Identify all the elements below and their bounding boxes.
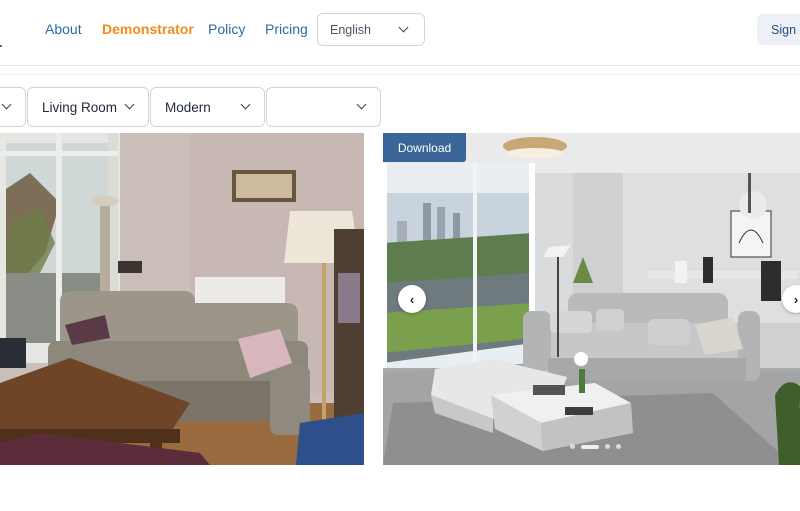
section-divider bbox=[0, 74, 800, 75]
original-room-photo bbox=[0, 133, 364, 465]
room-type-value: Living Room bbox=[42, 99, 118, 115]
chevron-down-icon bbox=[240, 99, 251, 110]
download-button[interactable]: Download bbox=[383, 133, 466, 162]
style-select[interactable]: Modern bbox=[150, 87, 265, 127]
carousel-prev-button[interactable]: ‹ bbox=[398, 285, 426, 313]
chevron-down-icon bbox=[356, 99, 367, 110]
chevron-right-icon: › bbox=[793, 291, 799, 307]
chevron-down-icon bbox=[124, 99, 135, 110]
nav-link-about[interactable]: About bbox=[45, 21, 82, 37]
nav-link-demonstrator[interactable]: Demonstrator bbox=[102, 21, 194, 37]
carousel-dot[interactable] bbox=[570, 444, 575, 449]
top-navbar: About Demonstrator Policy Pricing Englis… bbox=[0, 0, 800, 66]
nav-link-policy[interactable]: Policy bbox=[208, 21, 245, 37]
carousel-pagination bbox=[570, 444, 621, 449]
carousel-dot[interactable] bbox=[581, 444, 599, 449]
filter-select-1[interactable] bbox=[0, 87, 26, 127]
filter-select-4[interactable] bbox=[266, 87, 381, 127]
language-select-value: English bbox=[330, 22, 371, 37]
chevron-left-icon: ‹ bbox=[409, 291, 415, 307]
chevron-down-icon bbox=[398, 22, 409, 33]
generated-room-carousel[interactable] bbox=[383, 133, 800, 465]
logo-fragment bbox=[0, 45, 2, 47]
chevron-down-icon bbox=[1, 99, 12, 110]
carousel-dot[interactable] bbox=[605, 444, 610, 449]
signup-button[interactable]: Sign u bbox=[757, 14, 800, 45]
room-type-select[interactable]: Living Room bbox=[27, 87, 149, 127]
carousel-dot[interactable] bbox=[616, 444, 621, 449]
style-value: Modern bbox=[165, 99, 211, 115]
nav-link-pricing[interactable]: Pricing bbox=[265, 21, 308, 37]
language-select[interactable]: English bbox=[317, 13, 425, 46]
